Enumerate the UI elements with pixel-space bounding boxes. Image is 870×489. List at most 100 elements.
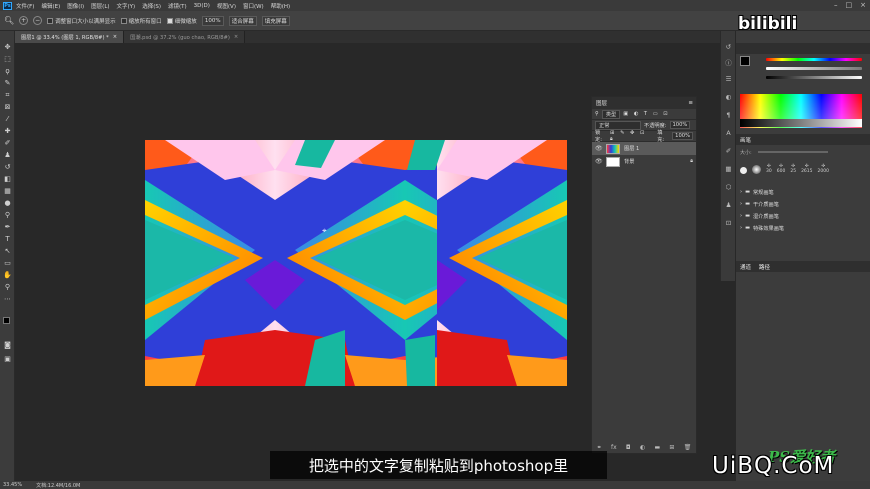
brush-preset[interactable]: ✣ 600 [777,164,786,174]
brush-preset-soft-icon[interactable] [752,165,761,174]
brush-group-row[interactable]: › ▬ 干介质画笔 [740,198,862,210]
menu-type[interactable]: 文字(Y) [117,2,136,10]
quick-select-tool-icon[interactable]: ✎ [3,79,12,88]
brightness-slider[interactable] [766,76,862,79]
eyedropper-tool-icon[interactable]: ⁄ [3,115,12,124]
minimize-icon[interactable]: – [834,1,838,9]
healing-brush-tool-icon[interactable]: ✚ [3,127,12,136]
menu-file[interactable]: 文件(F) [16,2,34,10]
mask-icon[interactable]: ◘ [626,444,631,451]
folder-icon[interactable]: ▬ [654,444,660,451]
menu-window[interactable]: 窗口(W) [243,2,264,10]
path-select-tool-icon[interactable]: ↖ [3,247,12,256]
layer-kind-select[interactable]: 类型 [601,109,621,119]
brush-preset[interactable]: ✣ 25 [790,164,796,174]
adjustment-icon[interactable]: ◐ [640,444,645,451]
3d-icon[interactable]: ⬡ [724,183,733,192]
brush-preset[interactable]: ✣ 2000 [818,164,829,174]
frame-tool-icon[interactable]: ⊠ [3,103,12,112]
dodge-tool-icon[interactable]: ⚲ [3,211,12,220]
brush-group-row[interactable]: › ▬ 特殊效果画笔 [740,222,862,234]
clone-stamp-tool-icon[interactable]: ♟ [3,151,12,160]
eye-icon[interactable]: 👁︎ [595,145,603,152]
menu-filter[interactable]: 滤镜(T) [168,2,187,10]
maximize-icon[interactable]: □ [846,1,853,9]
menu-help[interactable]: 帮助(H) [271,2,290,10]
blur-tool-icon[interactable]: ● [3,199,12,208]
brush-group-row[interactable]: › ▬ 常规画笔 [740,186,862,198]
eye-icon[interactable]: 👁︎ [595,158,603,165]
zoom-percent-field[interactable]: 100% [201,15,224,26]
quick-mask-icon[interactable]: ◙ [3,341,12,350]
brush-size-slider[interactable] [758,151,828,153]
more-tools-icon[interactable]: ⋯ [3,295,12,304]
new-layer-icon[interactable]: ⊞ [669,444,674,451]
brush-preset-hard-icon[interactable] [740,167,747,174]
menu-view[interactable]: 视图(V) [217,2,236,10]
tab-paths[interactable]: 路径 [759,263,770,271]
layer-row-layer-1[interactable]: 👁︎ 图层 1 [592,142,696,155]
zoom-tool-icon[interactable]: ⚲ [3,283,12,292]
resize-windows-checkbox[interactable]: 调整窗口大小以满屏显示 [47,17,116,25]
history-icon[interactable]: ↺ [724,43,733,52]
type-tool-icon[interactable]: T [3,235,12,244]
fx-icon[interactable]: fx [611,444,617,451]
brush-group-row[interactable]: › ▬ 湿介质画笔 [740,210,862,222]
adjustments-icon[interactable]: ◐ [724,93,733,102]
fit-screen-button[interactable]: 适合屏幕 [228,15,257,26]
fill-field[interactable]: 100% [672,132,694,140]
screen-mode-icon[interactable]: ▣ [3,355,12,364]
tab-document-2[interactable]: 国潮.psd @ 37.2% (guo chao, RGB/8#) × [124,31,246,43]
trash-icon[interactable]: 🗑︎ [684,444,692,451]
panel-menu-icon[interactable]: ≡ [688,100,693,106]
fill-screen-button[interactable]: 填充屏幕 [261,15,290,26]
lasso-tool-icon[interactable]: ϙ [3,67,12,76]
menu-image[interactable]: 图像(I) [67,2,84,10]
filter-icons[interactable]: ▣ ◐ T ▭ ⊡ [623,111,669,117]
layer-row-background[interactable]: 👁︎ 背景 🔒︎ [592,155,696,168]
pen-tool-icon[interactable]: ✒ [3,223,12,232]
zoom-out-icon[interactable]: − [33,16,43,25]
character-icon[interactable]: A [724,129,733,138]
status-zoom[interactable]: 33.45% [3,482,22,488]
grayscale-ramp[interactable] [740,119,862,127]
marquee-tool-icon[interactable]: ⬚ [3,55,12,64]
close-icon[interactable]: × [113,34,117,40]
properties-icon[interactable]: ☰ [724,75,733,84]
hue-slider[interactable] [766,58,862,61]
zoom-all-windows-checkbox[interactable]: 缩放所有窗口 [120,17,162,25]
paragraph-icon[interactable]: ¶ [724,111,733,120]
link-icon[interactable]: ⚭ [597,444,602,451]
scrubby-zoom-checkbox[interactable]: 细微缩放 [166,17,197,25]
zoom-in-icon[interactable]: + [19,16,29,25]
eraser-tool-icon[interactable]: ◧ [3,175,12,184]
zoom-tool-icon[interactable]: 🔍︎ [4,16,14,25]
tab-channels[interactable]: 通道 [740,263,751,271]
tab-document-1[interactable]: 图层1 @ 33.4% (图层 1, RGB/8#) * × [15,31,125,43]
navigator-icon[interactable]: ⊡ [724,219,733,228]
hand-tool-icon[interactable]: ✋ [3,271,12,280]
brush-settings-icon[interactable]: ✐ [724,147,733,156]
brush-preset[interactable]: ✣ 2615 [801,164,812,174]
menu-3d[interactable]: 3D(D) [194,3,210,9]
menu-select[interactable]: 选择(S) [142,2,161,10]
lock-icons[interactable]: ⊞ ✎ ✥ ⊡ 🔒︎ [610,130,654,143]
brush-preset[interactable]: ✣ 30 [766,164,772,174]
close-icon[interactable]: × [860,1,866,9]
gradient-tool-icon[interactable]: ▦ [3,187,12,196]
clone-source-icon[interactable]: ♟ [724,201,733,210]
opacity-field[interactable]: 100% [669,121,691,129]
info-icon[interactable]: ⓘ [724,59,733,68]
menu-layer[interactable]: 图层(L) [91,2,109,10]
brush-tool-icon[interactable]: ✐ [3,139,12,148]
rectangle-tool-icon[interactable]: ▭ [3,259,12,268]
swatches-icon[interactable]: ▦ [724,165,733,174]
crop-tool-icon[interactable]: ⌗ [3,91,12,100]
close-icon[interactable]: × [234,34,238,40]
foreground-color-swatch[interactable] [740,56,750,66]
history-brush-tool-icon[interactable]: ↺ [3,163,12,172]
saturation-slider[interactable] [766,67,862,70]
menu-edit[interactable]: 编辑(E) [41,2,60,10]
document-canvas[interactable] [145,140,567,386]
move-tool-icon[interactable]: ✥ [3,43,12,52]
